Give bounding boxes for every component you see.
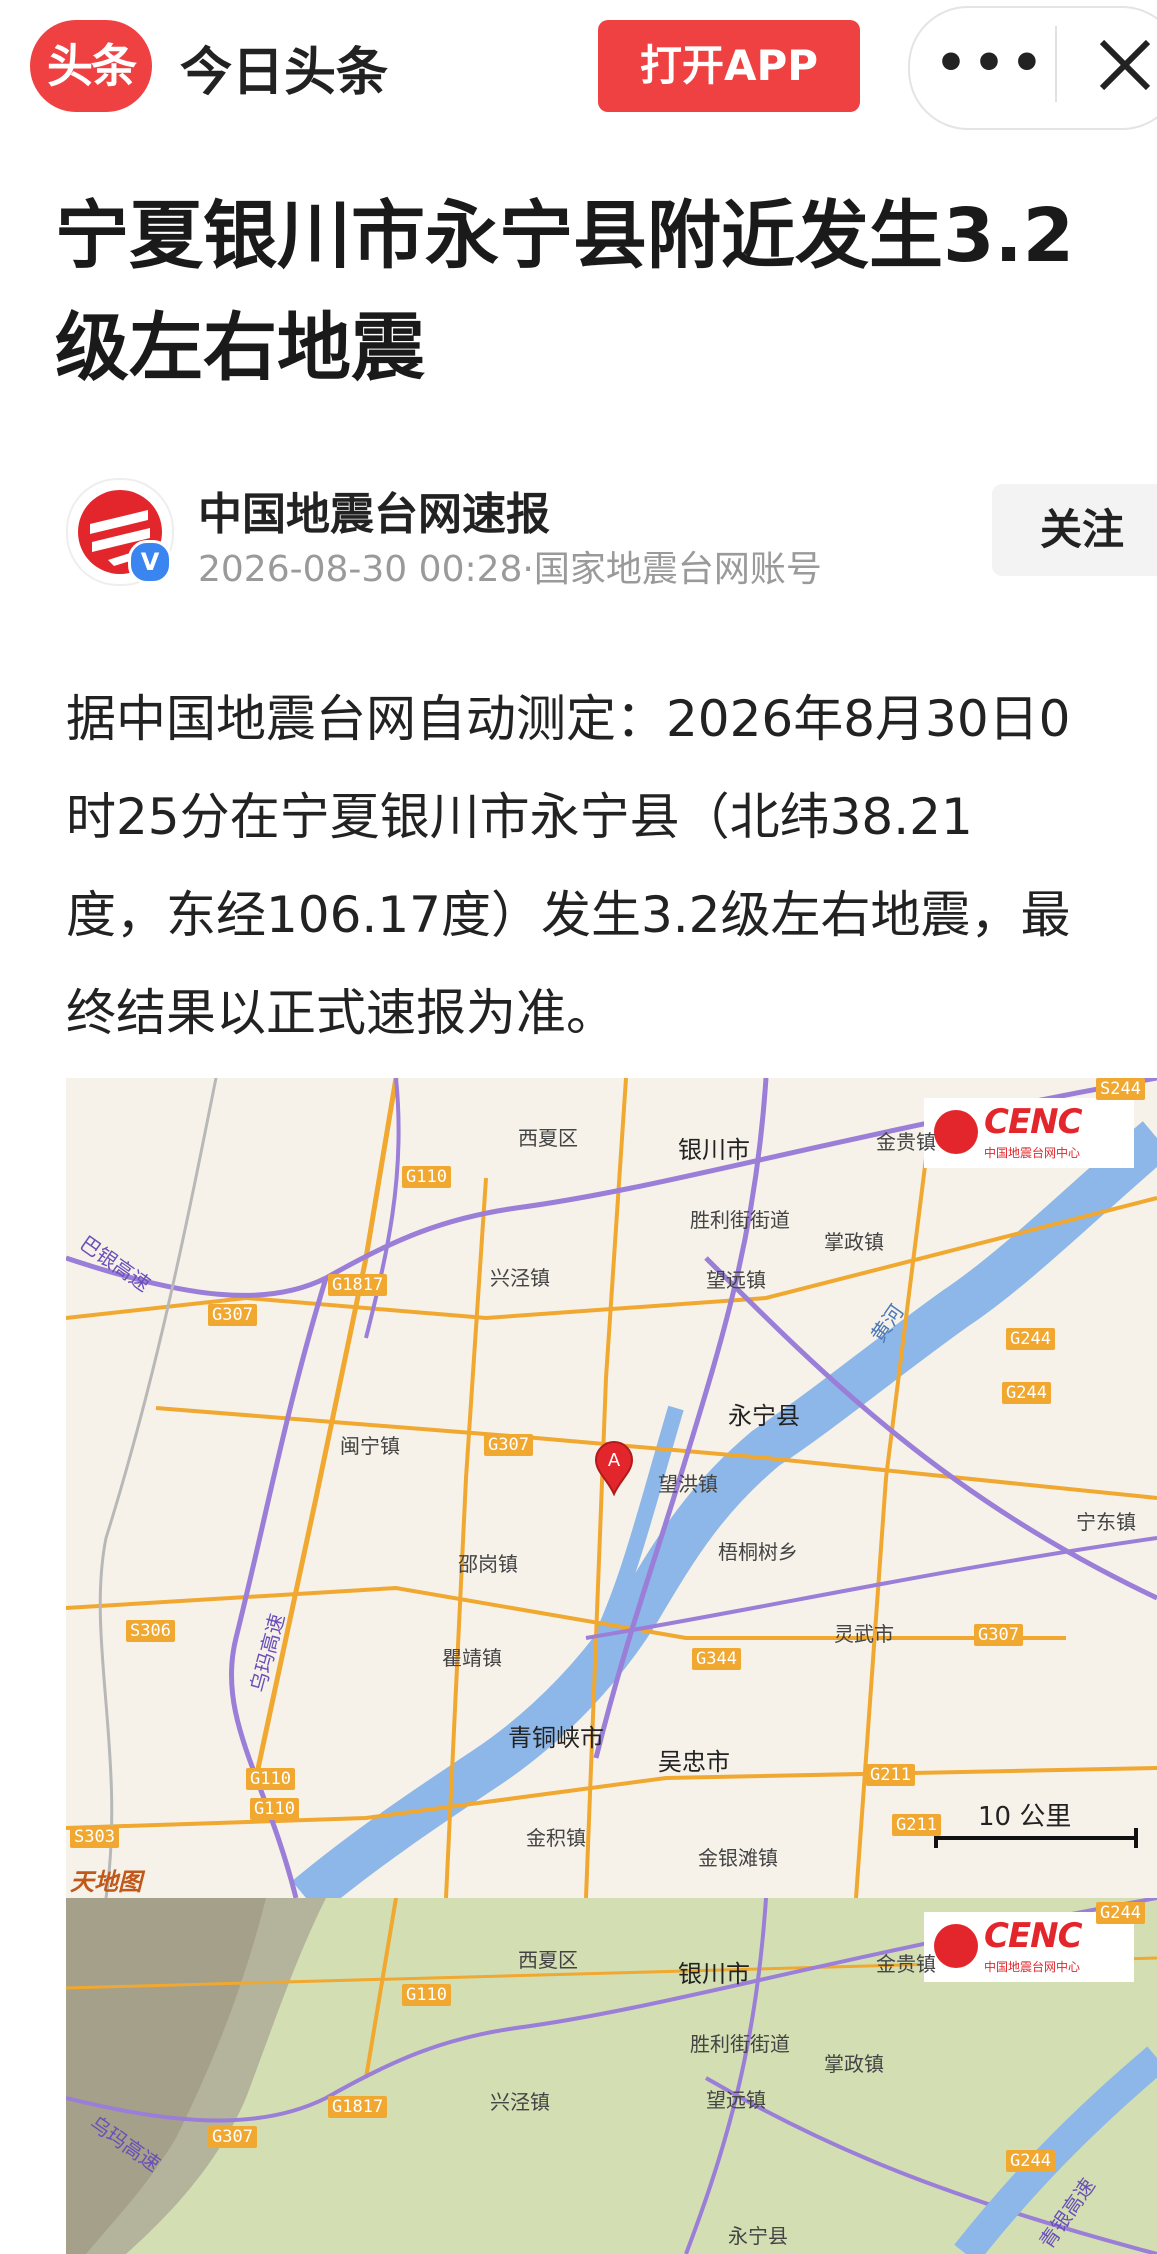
tianditu-watermark: 天地图 bbox=[70, 1868, 142, 1896]
body-line: 终结果以正式速报为准。 bbox=[66, 984, 616, 1042]
place-label: 金银滩镇 bbox=[698, 1846, 778, 1870]
road-shield: G110 bbox=[402, 1984, 451, 2006]
author-name[interactable]: 中国地震台网速报 bbox=[198, 478, 550, 542]
follow-button[interactable]: 关注 bbox=[992, 484, 1157, 576]
road-shield: S306 bbox=[126, 1620, 175, 1642]
body-line: 度，东经106.17度）发生3.2级左右地震，最 bbox=[66, 886, 1071, 944]
earthquake-terrain-map[interactable]: CENC 中国地震台网中心 西夏区 银川市 金贵镇 胜利街街道 掌政镇 兴泾镇 … bbox=[66, 1898, 1157, 2254]
road-shield: G307 bbox=[208, 2126, 257, 2148]
article-body: 据中国地震台网自动测定：2026年8月30日0 时25分在宁夏银川市永宁县（北纬… bbox=[66, 670, 1157, 1062]
road-shield: G244 bbox=[1006, 1328, 1055, 1350]
epicenter-marker-icon[interactable]: A bbox=[594, 1440, 634, 1496]
place-label: 银川市 bbox=[678, 1960, 750, 1988]
place-label: 闽宁镇 bbox=[340, 1434, 400, 1458]
road-shield: G244 bbox=[1096, 1902, 1145, 1924]
road-shield: G211 bbox=[892, 1814, 941, 1836]
place-label: 吴忠市 bbox=[658, 1748, 730, 1776]
road-shield: G344 bbox=[692, 1648, 741, 1670]
open-app-button[interactable]: 打开APP bbox=[598, 20, 860, 112]
road-shield: G211 bbox=[866, 1764, 915, 1786]
place-label: 银川市 bbox=[678, 1136, 750, 1164]
place-label: 掌政镇 bbox=[824, 2052, 884, 2076]
cenc-mark-icon bbox=[934, 1110, 978, 1154]
more-icon[interactable]: ••• bbox=[935, 18, 1045, 108]
road-shield: S303 bbox=[70, 1826, 119, 1848]
epicenter-marker-label: A bbox=[608, 1450, 621, 1471]
place-label: 瞿靖镇 bbox=[442, 1646, 502, 1670]
cenc-logo: CENC 中国地震台网中心 bbox=[924, 1098, 1134, 1168]
cenc-logo-subtext: 中国地震台网中心 bbox=[984, 1146, 1081, 1160]
road-shield: G110 bbox=[246, 1768, 295, 1790]
place-label: 西夏区 bbox=[518, 1126, 578, 1150]
place-label: 永宁县 bbox=[728, 2224, 788, 2248]
cenc-logo-subtext: 中国地震台网中心 bbox=[984, 1960, 1081, 1974]
place-label: 永宁县 bbox=[728, 1402, 800, 1430]
close-icon[interactable] bbox=[1080, 20, 1157, 110]
place-label: 望远镇 bbox=[706, 2088, 766, 2112]
road-shield: G244 bbox=[1006, 2150, 1055, 2172]
place-label: 胜利街街道 bbox=[690, 1208, 790, 1232]
place-label: 兴泾镇 bbox=[490, 1266, 550, 1290]
earthquake-map[interactable]: CENC 中国地震台网中心 A 西夏区 银川市 金贵镇 胜利街街道 掌政镇 兴泾… bbox=[66, 1078, 1157, 1898]
app-name: 今日头条 bbox=[180, 43, 389, 103]
cenc-logo-text: CENC bbox=[984, 1916, 1083, 1956]
app-logo[interactable]: 头条 bbox=[30, 20, 152, 112]
place-label: 掌政镇 bbox=[824, 1230, 884, 1254]
place-label: 梧桐树乡 bbox=[718, 1540, 798, 1564]
road-shield: G307 bbox=[484, 1434, 533, 1456]
place-label: 灵武市 bbox=[834, 1622, 894, 1646]
body-line: 时25分在宁夏银川市永宁县（北纬38.21 bbox=[66, 788, 973, 846]
road-shield: G110 bbox=[250, 1798, 299, 1820]
place-label: 金积镇 bbox=[526, 1826, 586, 1850]
place-label: 邵岗镇 bbox=[458, 1552, 518, 1576]
top-bar: 头条 今日头条 打开APP ••• bbox=[0, 0, 1157, 140]
cenc-mark-icon bbox=[934, 1924, 978, 1968]
place-label: 宁东镇 bbox=[1076, 1510, 1136, 1534]
place-label: 兴泾镇 bbox=[490, 2090, 550, 2114]
road-shield: G1817 bbox=[328, 1274, 388, 1296]
cenc-logo-text: CENC bbox=[984, 1102, 1083, 1142]
road-shield: G307 bbox=[974, 1624, 1023, 1646]
place-label: 青铜峡市 bbox=[508, 1724, 604, 1752]
road-shield: G307 bbox=[208, 1304, 257, 1326]
road-shield: G110 bbox=[402, 1166, 451, 1188]
author-meta: 2026-08-30 00:28·国家地震台网账号 bbox=[198, 549, 822, 590]
road-shield: G244 bbox=[1002, 1382, 1051, 1404]
scale-label: 10 公里 bbox=[978, 1802, 1072, 1832]
road-shield: G1817 bbox=[328, 2096, 388, 2118]
place-label: 金贵镇 bbox=[876, 1952, 936, 1976]
verified-badge-icon: V bbox=[128, 540, 172, 584]
place-label: 西夏区 bbox=[518, 1948, 578, 1972]
place-label: 望远镇 bbox=[706, 1268, 766, 1292]
capsule-divider bbox=[1055, 26, 1057, 102]
place-label: 望洪镇 bbox=[658, 1472, 718, 1496]
road-shield: S244 bbox=[1096, 1078, 1145, 1100]
place-label: 胜利街街道 bbox=[690, 2032, 790, 2056]
body-line: 据中国地震台网自动测定：2026年8月30日0 bbox=[66, 690, 1071, 748]
place-label: 金贵镇 bbox=[876, 1130, 936, 1154]
article-title: 宁夏银川市永宁县附近发生3.2级左右地震 bbox=[55, 193, 1075, 391]
